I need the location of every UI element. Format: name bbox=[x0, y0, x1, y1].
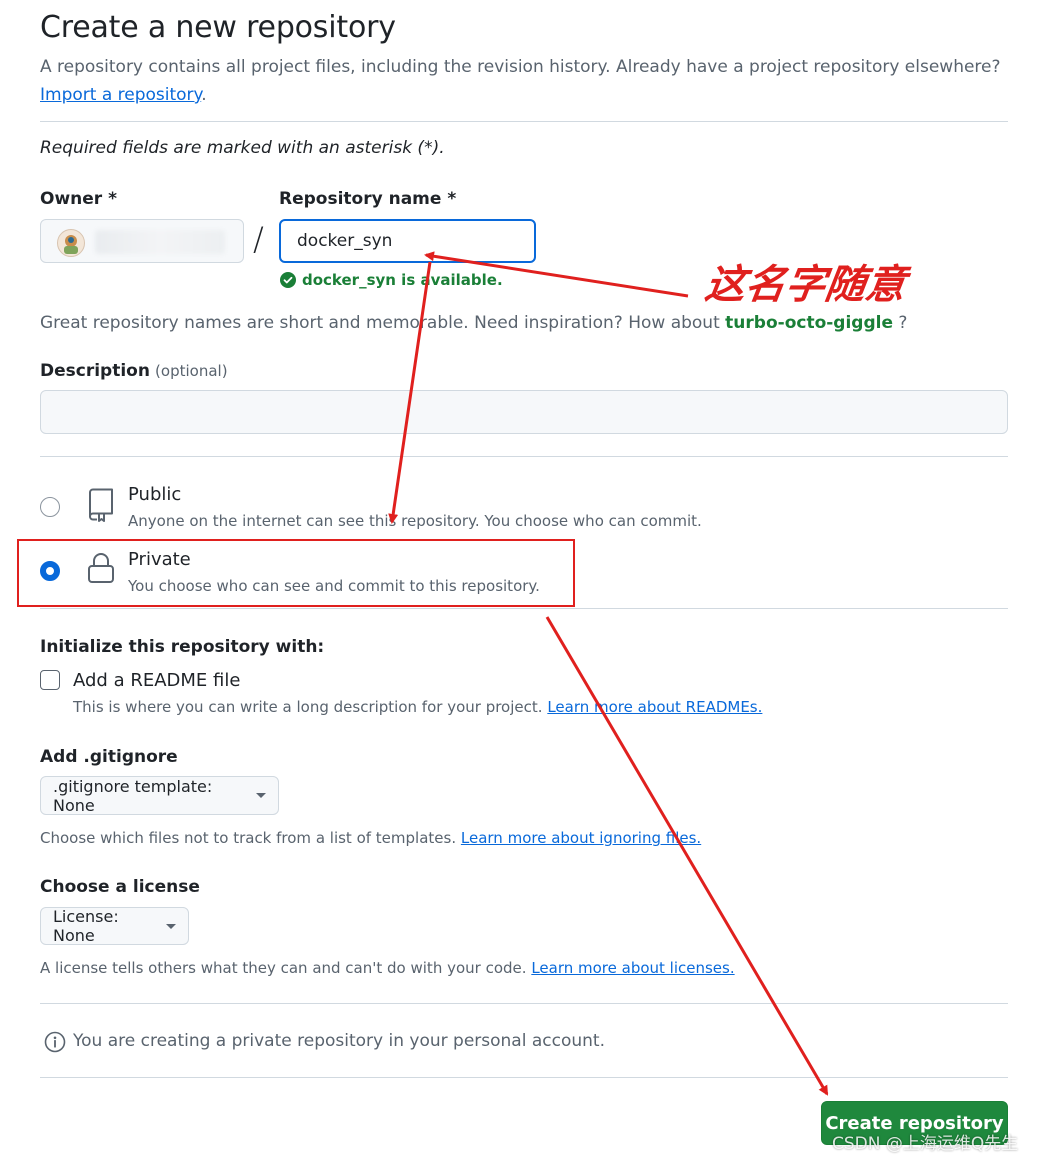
availability-status: docker_syn is available. bbox=[280, 271, 503, 289]
caret-down-icon bbox=[166, 923, 176, 929]
owner-select[interactable] bbox=[40, 219, 244, 263]
description-optional: (optional) bbox=[155, 362, 228, 380]
description-label: Description bbox=[40, 361, 150, 381]
header-divider bbox=[40, 121, 1008, 122]
public-radio[interactable] bbox=[40, 497, 60, 517]
availability-text: docker_syn is available. bbox=[302, 271, 503, 289]
owner-name-blurred bbox=[95, 230, 225, 254]
readme-description: This is where you can write a long descr… bbox=[73, 698, 543, 716]
description-divider bbox=[40, 456, 1008, 457]
gitignore-button-label: .gitignore template: None bbox=[53, 776, 213, 815]
visibility-divider bbox=[40, 608, 1008, 609]
suggestion-prefix: Great repository names are short and mem… bbox=[40, 313, 720, 333]
license-help: A license tells others what they can and… bbox=[40, 959, 735, 977]
name-suggestion: Great repository names are short and mem… bbox=[40, 313, 907, 333]
check-circle-icon bbox=[280, 272, 296, 288]
license-description: A license tells others what they can and… bbox=[40, 959, 527, 977]
info-icon bbox=[44, 1031, 66, 1057]
footer-divider bbox=[40, 1077, 1008, 1078]
caret-down-icon bbox=[256, 793, 266, 798]
csdn-watermark: CSDN @上海运维Q先生 bbox=[832, 1134, 1019, 1154]
gitignore-help: Choose which files not to track from a l… bbox=[40, 829, 701, 847]
avatar bbox=[57, 229, 85, 257]
description-label-row: Description (optional) bbox=[40, 361, 228, 381]
owner-label: Owner * bbox=[40, 189, 117, 209]
private-info-text: You are creating a private repository in… bbox=[73, 1031, 605, 1051]
license-button[interactable]: License: None bbox=[40, 907, 189, 945]
annotation-text: 这名字随意 bbox=[702, 262, 909, 308]
repo-book-icon bbox=[86, 488, 116, 526]
highlight-box bbox=[17, 539, 575, 607]
readme-label: Add a README file bbox=[73, 670, 241, 691]
import-suffix: . bbox=[201, 85, 207, 105]
suggested-name[interactable]: turbo-octo-giggle bbox=[725, 313, 893, 333]
import-line: Import a repository. bbox=[40, 85, 207, 105]
suggestion-suffix: ? bbox=[898, 313, 908, 333]
repo-name-label: Repository name * bbox=[279, 189, 457, 209]
init-heading: Initialize this repository with: bbox=[40, 637, 325, 657]
learn-readmes-link[interactable]: Learn more about READMEs. bbox=[547, 698, 762, 716]
readme-help: This is where you can write a long descr… bbox=[73, 698, 762, 716]
license-divider bbox=[40, 1003, 1008, 1004]
public-title: Public bbox=[128, 484, 182, 505]
required-note: Required fields are marked with an aster… bbox=[40, 138, 445, 158]
import-repository-link[interactable]: Import a repository bbox=[40, 85, 201, 105]
license-button-label: License: None bbox=[53, 907, 119, 945]
readme-checkbox[interactable] bbox=[40, 670, 60, 690]
gitignore-description: Choose which files not to track from a l… bbox=[40, 829, 457, 847]
arrow-to-create-button bbox=[545, 616, 829, 1096]
gitignore-heading: Add .gitignore bbox=[40, 747, 178, 767]
public-description: Anyone on the internet can see this repo… bbox=[128, 512, 702, 530]
gitignore-template-button[interactable]: .gitignore template: None bbox=[40, 776, 279, 815]
slash-separator: / bbox=[253, 220, 264, 258]
learn-gitignore-link[interactable]: Learn more about ignoring files. bbox=[461, 829, 701, 847]
license-heading: Choose a license bbox=[40, 877, 200, 897]
repo-name-input[interactable] bbox=[279, 219, 536, 263]
page-subtitle: A repository contains all project files,… bbox=[40, 57, 1001, 77]
learn-licenses-link[interactable]: Learn more about licenses. bbox=[531, 959, 734, 977]
description-input[interactable] bbox=[40, 390, 1008, 434]
page-title: Create a new repository bbox=[40, 10, 396, 45]
